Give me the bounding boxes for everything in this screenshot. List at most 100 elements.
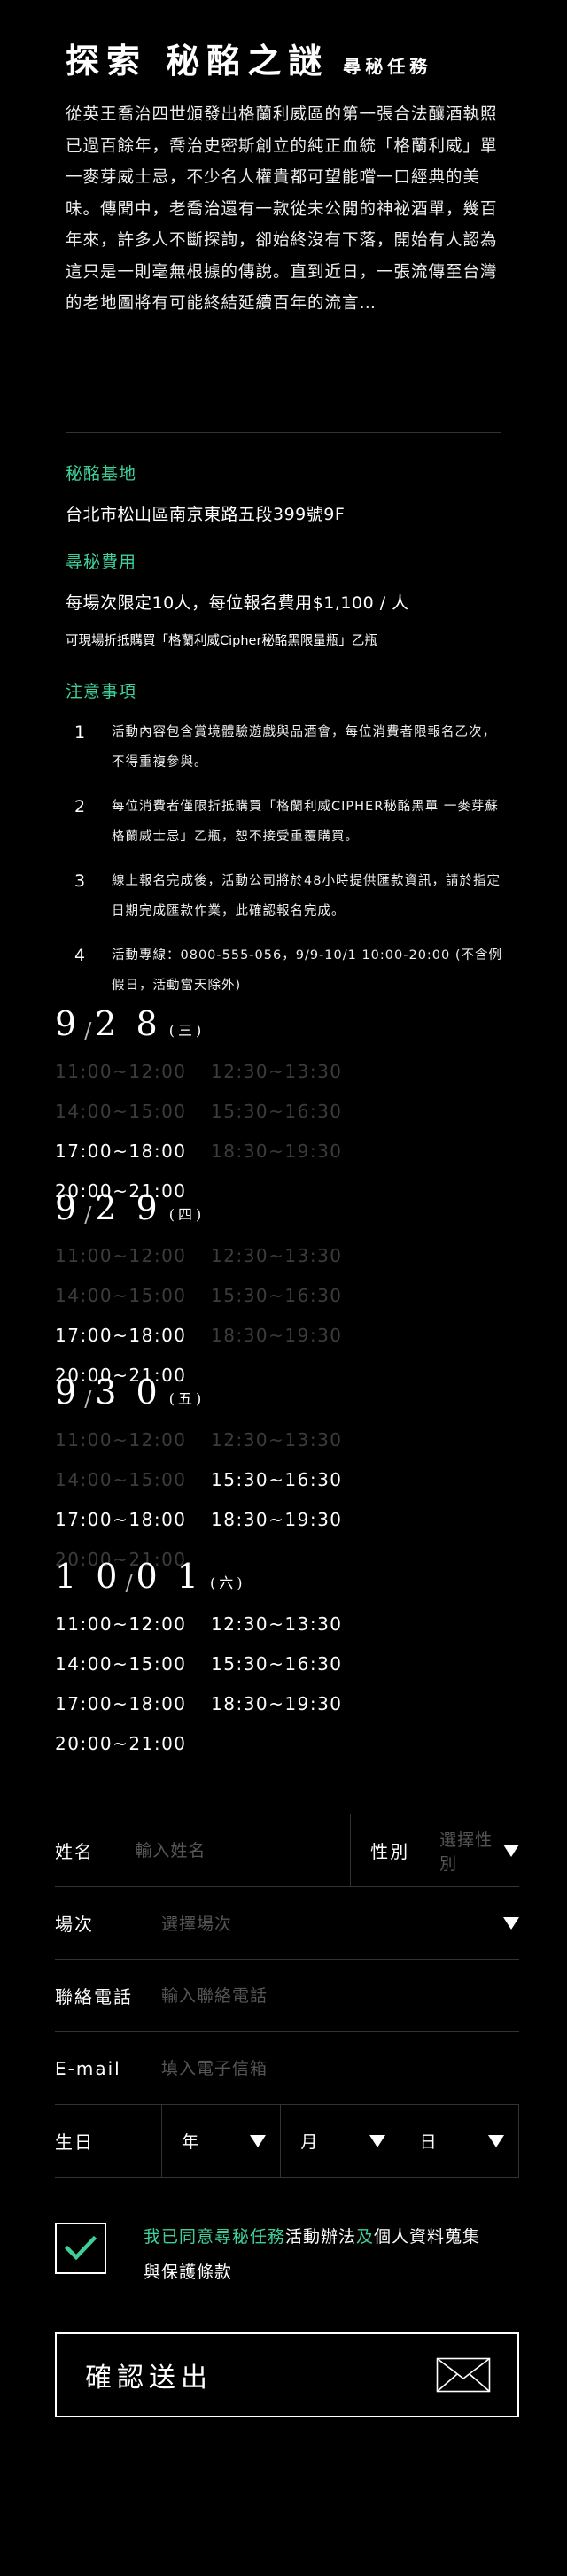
session-day: 9/2 9 (四) 11:00~12:00 12:30~13:30 14:00~15:0… xyxy=(55,1185,516,1396)
note-number: 2 xyxy=(74,797,86,816)
date-month: 1 0 xyxy=(55,1557,122,1596)
envelope-icon xyxy=(436,2357,491,2393)
note-number: 1 xyxy=(74,723,86,742)
session-date: 1 0/0 1 (六) xyxy=(55,1553,516,1596)
email-label: E-mail xyxy=(55,2057,121,2079)
date-day: 2 8 xyxy=(95,1004,162,1043)
time-slot: 15:30~16:30 xyxy=(211,1101,343,1122)
caret-down-icon xyxy=(369,2134,385,2147)
time-slot: 12:30~13:30 xyxy=(211,1245,343,1266)
date-month: 9 xyxy=(55,1004,82,1043)
time-slot: 15:30~16:30 xyxy=(211,1285,343,1306)
session-label: 場次 xyxy=(55,1914,94,1935)
time-slot[interactable]: 20:00~21:00 xyxy=(55,1724,211,1764)
dob-year-label: 年 xyxy=(182,2132,199,2152)
submit-button[interactable]: 確認送出 xyxy=(55,2332,519,2417)
note-item: 2 每位消費者僅限折抵購買「格蘭利威CIPHER秘酩黑單 一麥芽蘇格蘭威士忌」乙… xyxy=(66,792,509,852)
agreement: 我已同意尋秘任務活動辦法及個人資料蒐集與保護條款 xyxy=(55,2223,519,2290)
time-slot[interactable]: 17:00~18:00 xyxy=(55,1684,211,1724)
session-date: 9/2 8 (三) xyxy=(55,1001,516,1043)
date-separator: / xyxy=(84,1018,92,1043)
date-day: 3 0 xyxy=(95,1373,162,1412)
name-input[interactable] xyxy=(135,1840,351,1860)
fee-note: 可現場折抵購買「格蘭利威Cipher秘酩黑限量瓶」乙瓶 xyxy=(66,634,377,648)
note-text: 線上報名完成後，活動公司將於48小時提供匯款資訊，請於指定日期完成匯款作業，此確… xyxy=(112,874,501,918)
note-text: 每位消費者僅限折抵購買「格蘭利威CIPHER秘酩黑單 一麥芽蘇格蘭威士忌」乙瓶，… xyxy=(112,800,499,844)
rules-link[interactable]: 活動辦法 xyxy=(285,2227,356,2247)
date-separator: / xyxy=(84,1203,92,1227)
time-slot[interactable]: 18:30~19:30 xyxy=(211,1500,367,1540)
time-slot[interactable]: 17:00~18:00 xyxy=(55,1316,211,1356)
caret-down-icon xyxy=(503,1916,519,1930)
name-gender-row: 姓名 性別 選擇性別 xyxy=(55,1814,519,1887)
date-weekday: (四) xyxy=(168,1206,206,1223)
time-slot[interactable]: 14:00~15:00 xyxy=(55,1644,211,1684)
session-date: 9/3 0 (五) xyxy=(55,1369,516,1412)
page-subtitle: 尋秘任務 xyxy=(343,56,432,77)
agree-checkbox[interactable] xyxy=(55,2223,106,2274)
caret-down-icon xyxy=(502,1844,519,1857)
gender-label: 性別 xyxy=(370,1841,410,1862)
note-number: 3 xyxy=(74,871,86,891)
dob-year-select[interactable]: 年 xyxy=(161,2105,280,2177)
base-label: 秘酩基地 xyxy=(66,464,137,483)
phone-row: 聯絡電話 xyxy=(55,1960,519,2032)
note-item: 1 活動內容包含賞境體驗遊戲與品酒會，每位消費者限報名乙次，不得重複參與。 xyxy=(66,717,509,777)
session-placeholder: 選擇場次 xyxy=(161,1915,233,1934)
time-slot: 18:30~19:30 xyxy=(211,1325,343,1346)
agree-text: 我已同意尋秘任務活動辦法及個人資料蒐集與保護條款 xyxy=(144,2219,498,2290)
phone-input[interactable] xyxy=(161,1985,519,2006)
time-slot[interactable]: 15:30~16:30 xyxy=(211,1460,367,1500)
gender-select[interactable]: 性別 選擇性別 xyxy=(351,1827,519,1875)
dob-label: 生日 xyxy=(55,2131,94,2153)
time-slot-list: 11:00~12:00 12:30~13:30 14:00~15:00 15:30~1… xyxy=(55,1605,516,1764)
time-slot: 12:30~13:30 xyxy=(211,1429,343,1450)
session-select[interactable]: 選擇場次 xyxy=(161,1911,519,1935)
time-slot[interactable]: 17:00~18:00 xyxy=(55,1132,211,1172)
notes-label: 注意事項 xyxy=(66,682,137,701)
date-day: 2 9 xyxy=(95,1188,162,1227)
email-input[interactable] xyxy=(161,2058,519,2078)
time-slot[interactable]: 18:30~19:30 xyxy=(211,1684,367,1724)
gender-dropdown[interactable]: 選擇性別 xyxy=(439,1827,519,1875)
dob-day-select[interactable]: 日 xyxy=(399,2105,519,2177)
session-row: 場次 選擇場次 xyxy=(55,1887,519,1960)
note-item: 3 線上報名完成後，活動公司將於48小時提供匯款資訊，請於指定日期完成匯款作業，… xyxy=(66,866,509,926)
time-slot: 14:00~15:00 xyxy=(55,1469,187,1490)
time-slot: 11:00~12:00 xyxy=(55,1429,187,1450)
hero-title: 探索 秘酩之謎 尋秘任務 xyxy=(66,34,431,82)
base-address: 台北市松山區南京東路五段399號9F xyxy=(66,505,346,524)
time-slot: 14:00~15:00 xyxy=(55,1101,187,1122)
time-slot[interactable]: 12:30~13:30 xyxy=(211,1605,367,1644)
fee-label: 尋秘費用 xyxy=(66,553,137,572)
session-day: 9/3 0 (五) 11:00~12:00 12:30~13:30 14:00~15:0… xyxy=(55,1369,516,1580)
notes-list: 1 活動內容包含賞境體驗遊戲與品酒會，每位消費者限報名乙次，不得重複參與。 2 … xyxy=(66,717,509,1015)
dob-row: 生日 年 月 日 xyxy=(55,2105,519,2178)
date-weekday: (三) xyxy=(168,1022,206,1039)
dob-month-label: 月 xyxy=(300,2132,318,2152)
note-text: 活動專線：0800-555-056，9/9-10/1 10:00-20:00 (… xyxy=(112,948,503,993)
session-date: 9/2 9 (四) xyxy=(55,1185,516,1227)
note-text: 活動內容包含賞境體驗遊戲與品酒會，每位消費者限報名乙次，不得重複參與。 xyxy=(112,725,496,770)
time-slot: 18:30~19:30 xyxy=(211,1141,343,1162)
date-separator: / xyxy=(125,1571,133,1596)
date-weekday: (六) xyxy=(209,1574,246,1591)
time-slot[interactable]: 11:00~12:00 xyxy=(55,1605,211,1644)
gender-placeholder: 選擇性別 xyxy=(439,1830,493,1874)
agree-prefix: 我已同意尋秘任務 xyxy=(144,2227,286,2247)
page: 探索 秘酩之謎 尋秘任務 從英王喬治四世頒發出格蘭利威區的第一張合法釀酒執照已過… xyxy=(0,0,567,2576)
name-label: 姓名 xyxy=(55,1841,94,1862)
session-day: 1 0/0 1 (六) 11:00~12:00 12:30~13:30 14:00~15… xyxy=(55,1553,516,1764)
submit-label: 確認送出 xyxy=(85,2363,213,2394)
time-slot[interactable]: 15:30~16:30 xyxy=(211,1644,367,1684)
time-slot: 12:30~13:30 xyxy=(211,1061,343,1082)
agree-and: 及 xyxy=(356,2227,375,2247)
email-row: E-mail xyxy=(55,2032,519,2105)
time-slot: 11:00~12:00 xyxy=(55,1245,187,1266)
dob-day-label: 日 xyxy=(419,2132,437,2152)
dob-selects: 年 月 日 xyxy=(161,2105,519,2177)
caret-down-icon xyxy=(250,2134,267,2147)
time-slot[interactable]: 17:00~18:00 xyxy=(55,1500,211,1540)
dob-month-select[interactable]: 月 xyxy=(280,2105,399,2177)
note-item: 4 活動專線：0800-555-056，9/9-10/1 10:00-20:00… xyxy=(66,940,509,1001)
